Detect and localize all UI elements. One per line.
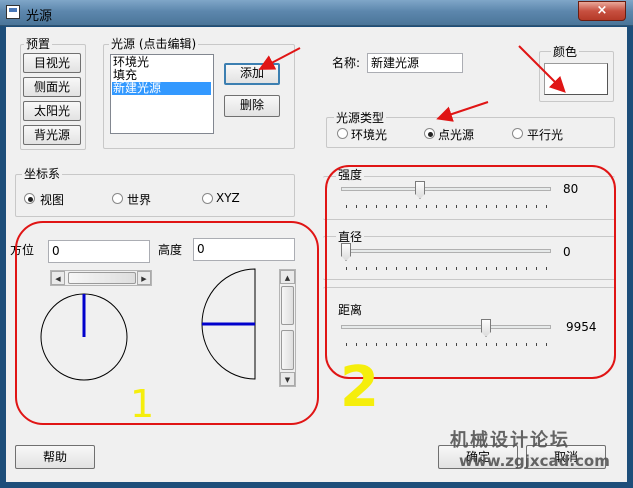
annotation-mark-1: 1 [130,382,155,426]
annotation-arrows [258,45,566,122]
annotation-mark-2: 2 [340,355,379,420]
arrow-to-add-icon [258,47,301,70]
arrow-to-color-icon [518,45,566,93]
arrow-to-point-light-icon [436,101,489,122]
